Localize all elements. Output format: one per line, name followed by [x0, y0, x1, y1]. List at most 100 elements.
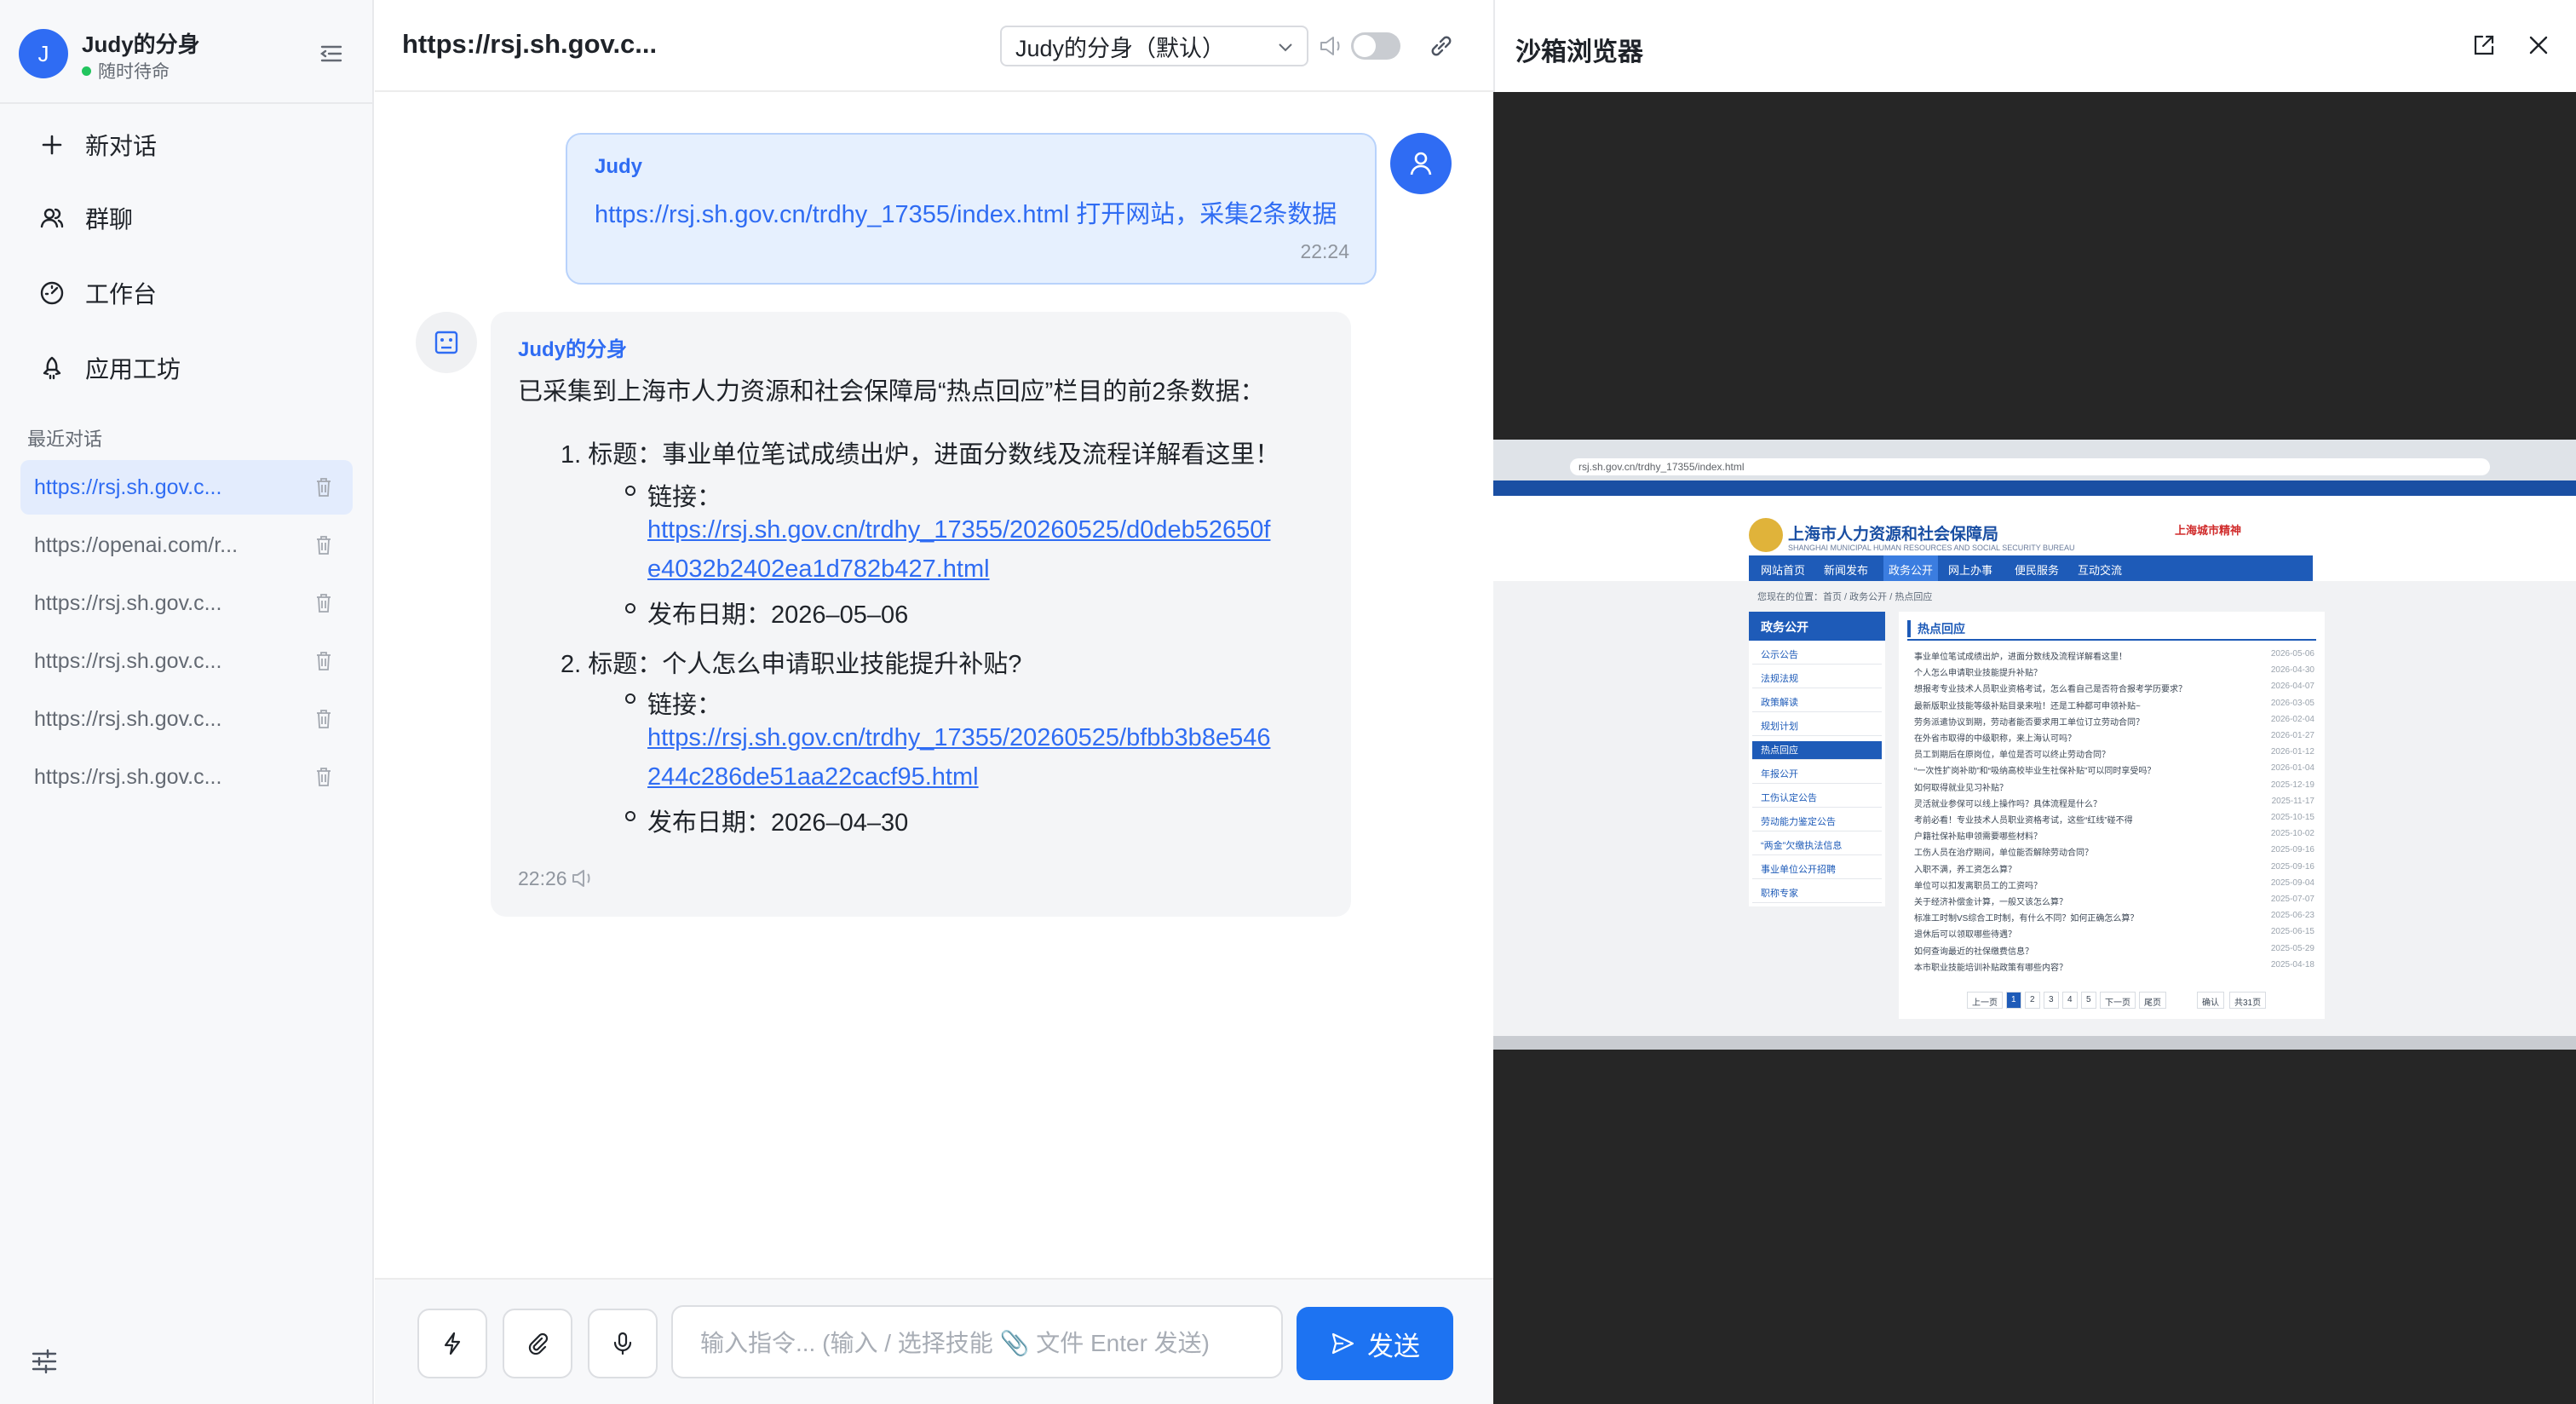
collapse-sidebar-icon[interactable]	[317, 41, 346, 66]
site-search-input[interactable]	[2396, 559, 2558, 578]
site-nav-item[interactable]: 政务公开	[1883, 555, 1939, 581]
conversation-item[interactable]: https://rsj.sh.gov.c...	[20, 576, 353, 630]
site-list-item[interactable]: 在外省市取得的中级职称，来上海认可吗？ 2026-01-27	[1914, 731, 2314, 745]
site-list-item[interactable]: 标准工时制VS综合工时制，有什么不同？如何正确怎么算？ 2025-06-23	[1914, 911, 2314, 924]
site-list-item[interactable]: 如何查询最近的社保缴费信息？ 2025-05-29	[1914, 944, 2314, 958]
pager-item[interactable]: 4	[2062, 992, 2078, 1009]
site-menu-item[interactable]: 年报公开	[1752, 765, 1882, 784]
sandbox-browser-panel: 沙箱浏览器 rsj.sh.gov.cn/trdhy_17355/index.ht…	[1493, 0, 2576, 1404]
site-menu-item[interactable]: 法规法规	[1752, 670, 1882, 688]
site-list-item[interactable]: 员工到期后在原岗位，单位是否可以终止劳动合同？ 2026-01-12	[1914, 747, 2314, 761]
site-nav-item[interactable]: 便民服务	[2015, 561, 2059, 578]
nav-app-workshop[interactable]: 应用工坊	[37, 342, 181, 394]
trash-icon[interactable]	[315, 477, 332, 498]
site-nav-item[interactable]: 互动交流	[2078, 561, 2122, 578]
site-list-item-date: 2026-01-04	[2270, 763, 2314, 774]
item-link-label: 链接：	[647, 692, 722, 719]
trash-icon[interactable]	[315, 651, 332, 671]
site-list-item[interactable]: 户籍社保补贴申领需要哪些材料？ 2025-10-02	[1914, 829, 2314, 843]
site-nav-item[interactable]: 网站首页	[1761, 561, 1805, 578]
pager-item[interactable]: 下一页	[2100, 992, 2136, 1009]
pager-item: 共31页	[2229, 992, 2267, 1009]
trash-icon[interactable]	[315, 535, 332, 555]
site-pager: 上一页 1 2 3 4 5 下一页 尾页 确认 共31页	[1967, 992, 2274, 1009]
site-list-item-title: 个人怎么申请职业技能提升补贴？	[1914, 669, 2042, 679]
site-list-item[interactable]: 个人怎么申请职业技能提升补贴？ 2026-04-30	[1914, 665, 2314, 679]
site-list-title: 热点回应	[1907, 620, 1965, 637]
site-menu-item[interactable]: 职称专家	[1752, 884, 1882, 903]
conversation-item[interactable]: https://rsj.sh.gov.c...	[20, 460, 353, 515]
trash-icon[interactable]	[315, 593, 332, 613]
conversation-item[interactable]: https://rsj.sh.gov.c...	[20, 634, 353, 688]
conversation-item[interactable]: https://rsj.sh.gov.c...	[20, 692, 353, 746]
site-menu-item[interactable]: 公示公告	[1752, 646, 1882, 665]
site-list-item[interactable]: 想报考专业技术人员职业资格考试，怎么看自己是否符合报考学历要求？ 2026-04-…	[1914, 682, 2314, 695]
site-list-item[interactable]: 最新版职业技能等级补贴目录来啦！还是工种都可申领补贴~ 2026-03-05	[1914, 699, 2314, 712]
conversation-item[interactable]: https://openai.com/r...	[20, 518, 353, 573]
play-audio-icon[interactable]	[571, 867, 595, 889]
site-menu-item[interactable]: 事业单位公开招聘	[1752, 860, 1882, 879]
site-list-item[interactable]: 关于经济补偿金计算，一般又该怎么算？ 2025-07-07	[1914, 895, 2314, 908]
pager-item[interactable]: 3	[2044, 992, 2059, 1009]
site-list-item[interactable]: 如何取得就业见习补贴？ 2025-12-19	[1914, 780, 2314, 794]
pager-item[interactable]: 2	[2025, 992, 2040, 1009]
voice-toggle[interactable]	[1351, 32, 1400, 60]
skills-button[interactable]	[417, 1309, 487, 1378]
nav-new-chat[interactable]: 新对话	[37, 119, 157, 170]
site-list-item[interactable]: 入职不满，养工资怎么算？ 2025-09-16	[1914, 862, 2314, 876]
site-list-item[interactable]: 本市职业技能培训补贴政策有哪些内容？ 2025-04-18	[1914, 960, 2314, 974]
nav-label: 工作台	[85, 281, 158, 308]
pager-item[interactable]: 尾页	[2139, 992, 2166, 1009]
send-button[interactable]: 发送	[1297, 1307, 1453, 1380]
trash-icon[interactable]	[315, 709, 332, 729]
site-list-item[interactable]: “一次性扩岗补助”和“吸纳高校毕业生社保补贴”可以同时享受吗？ 2026-01-0…	[1914, 763, 2314, 777]
open-external-icon[interactable]	[2471, 32, 2497, 58]
settings-sliders-icon[interactable]	[31, 1348, 58, 1375]
item-link[interactable]: https://rsj.sh.gov.cn/trdhy_17355/202605…	[647, 724, 1270, 752]
pager-item[interactable]: 5	[2081, 992, 2096, 1009]
pager-item[interactable]: 1	[2006, 992, 2021, 1009]
site-list-item[interactable]: 考前必看！专业技术人员职业资格考试，这些“红线”碰不得 2025-10-15	[1914, 813, 2314, 826]
item-link[interactable]: 244c286de51aa22cacf95.html	[647, 763, 979, 791]
item-link[interactable]: https://rsj.sh.gov.cn/trdhy_17355/202605…	[647, 516, 1270, 544]
site-menu-item[interactable]: 政策解读	[1752, 693, 1882, 712]
site-list-item[interactable]: 劳务派遣协议到期，劳动者能否要求用工单位订立劳动合同？ 2026-02-04	[1914, 715, 2314, 728]
trash-icon[interactable]	[315, 767, 332, 787]
site-list-item[interactable]: 灵活就业参保可以线上操作吗？具体流程是什么？ 2025-11-17	[1914, 797, 2314, 810]
agent-select[interactable]: Judy的分身（默认）	[1000, 26, 1308, 66]
site-list-item[interactable]: 单位可以扣发离职员工的工资吗？ 2025-09-04	[1914, 878, 2314, 892]
pager-item[interactable]: 确认	[2197, 992, 2224, 1009]
attach-button[interactable]	[503, 1309, 572, 1378]
site-menu-item[interactable]: 劳动能力鉴定公告	[1752, 813, 1882, 831]
site-list-item-title: 户籍社保补贴申领需要哪些材料？	[1914, 832, 2042, 843]
site-nav-item[interactable]: 新闻发布	[1824, 561, 1868, 578]
site-menu-item[interactable]: “两金”欠缴执法信息	[1752, 837, 1882, 855]
agent-select-value: Judy的分身（默认）	[1015, 35, 1226, 61]
site-menu-item[interactable]: 规划计划	[1752, 717, 1882, 736]
conversation-item[interactable]: https://rsj.sh.gov.c...	[20, 750, 353, 804]
agent-status-text: 随时待命	[98, 62, 170, 82]
close-icon[interactable]	[2526, 32, 2551, 58]
nav-workbench[interactable]: 工作台	[37, 268, 157, 319]
site-list-item[interactable]: 工伤人员在治疗期间，单位能否解除劳动合同？ 2025-09-16	[1914, 845, 2314, 859]
message-time: 22:24	[1300, 240, 1349, 262]
speaker-icon[interactable]	[1319, 34, 1344, 58]
link-icon[interactable]	[1428, 32, 1455, 60]
item-link[interactable]: e4032b2402ea1d782b427.html	[647, 555, 990, 584]
users-icon	[37, 204, 66, 233]
nav-group-chat[interactable]: 群聊	[37, 193, 133, 244]
avatar[interactable]: J	[19, 29, 68, 78]
site-list-item-date: 2025-11-17	[2271, 796, 2314, 806]
pager-item[interactable]: 上一页	[1967, 992, 2003, 1009]
site-menu-item[interactable]: 工伤认定公告	[1752, 789, 1882, 808]
site-left-menu: 政务公开 公示公告 法规法规 政策解读 规划计划 热点回应 年报公开 工伤认定公…	[1749, 612, 1885, 906]
site-list-item[interactable]: 退休后可以领取哪些待遇？ 2025-06-15	[1914, 927, 2314, 941]
site-list-item-title: 员工到期后在原岗位，单位是否可以终止劳动合同？	[1914, 751, 2110, 761]
site-list-item[interactable]: 事业单位笔试成绩出炉，进面分数线及流程详解看这里！ 2026-05-06	[1914, 649, 2314, 663]
message-input[interactable]: 输入指令... (输入 / 选择技能 📎 文件 Enter 发送)	[671, 1305, 1283, 1378]
site-list-item-date: 2025-09-16	[2270, 845, 2314, 855]
browser-screenshot[interactable]: rsj.sh.gov.cn/trdhy_17355/index.html 上海市…	[1493, 440, 2576, 1050]
site-menu-item[interactable]: 热点回应	[1752, 741, 1882, 760]
voice-input-button[interactable]	[588, 1309, 658, 1378]
site-nav-item[interactable]: 网上办事	[1948, 561, 1992, 578]
